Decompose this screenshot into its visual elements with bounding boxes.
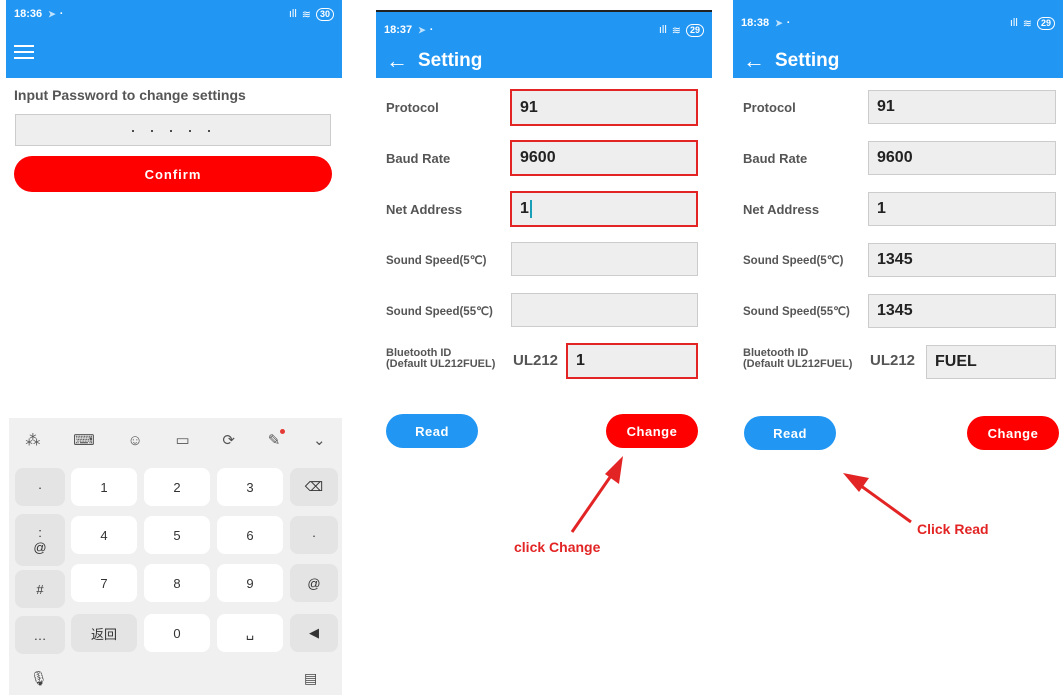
status-time: 18:36 xyxy=(14,8,43,20)
key-more[interactable]: … xyxy=(15,616,65,654)
key-8[interactable]: 8 xyxy=(144,564,210,602)
status-right: ıll ≋ 30 xyxy=(288,7,334,21)
click-read-annotation: Click Read xyxy=(917,521,989,537)
key-4[interactable]: 4 xyxy=(71,516,137,554)
location-icon: ➤ xyxy=(48,8,56,19)
status-dot: · xyxy=(59,8,64,20)
phone-setting-read: 18:38 ➤ · ıll ≋ 29 ← Setting Protocol 91… xyxy=(733,0,1063,695)
app-bar: 18:36 ➤ · ıll ≋ 30 xyxy=(6,0,342,78)
keyboard-icon[interactable]: ⌨ xyxy=(73,431,95,449)
key-1[interactable]: 1 xyxy=(71,468,137,506)
apps-icon[interactable]: ⁂ xyxy=(25,431,40,449)
battery-icon: 30 xyxy=(315,7,334,21)
password-input[interactable]: · · · · · xyxy=(15,114,331,146)
key-6[interactable]: 6 xyxy=(217,516,283,554)
key-2[interactable]: 2 xyxy=(144,468,210,506)
enter-key[interactable]: ◀ xyxy=(290,614,338,652)
microphone-icon[interactable]: 🎙 xyxy=(30,670,48,687)
key-3[interactable]: 3 xyxy=(217,468,283,506)
return-key[interactable]: 返回 xyxy=(71,614,137,652)
collapse-keyboard-icon[interactable]: ⌄ xyxy=(313,431,326,449)
phone-setting-change: 18:37 ➤ · ıll ≋ 29 ← Setting Protocol 91… xyxy=(376,0,712,695)
phone-password-screen: 18:36 ➤ · ıll ≋ 30 Input Password to cha… xyxy=(6,0,342,695)
wifi-icon: ≋ xyxy=(301,8,311,21)
key-hash[interactable]: # xyxy=(15,570,65,608)
signal-icon: ıll xyxy=(288,8,297,20)
key-5[interactable]: 5 xyxy=(144,516,210,554)
status-bar: 18:36 ➤ · ıll ≋ 30 xyxy=(6,0,342,28)
password-prompt: Input Password to change settings xyxy=(14,87,246,103)
soft-keyboard: ⁂ ⌨ ☺ ▭ ⟳ ✎ ⌄ · : @ # … 1 2 3 ⌫ 4 5 6 · … xyxy=(9,418,342,695)
key-9[interactable]: 9 xyxy=(217,564,283,602)
key-period[interactable]: · xyxy=(290,516,338,554)
key-dot[interactable]: · xyxy=(15,468,65,506)
key-at-sign[interactable]: @ xyxy=(290,564,338,602)
backspace-key[interactable]: ⌫ xyxy=(290,468,338,506)
clipboard-icon[interactable]: ▭ xyxy=(176,431,190,449)
confirm-button[interactable]: Confirm xyxy=(14,156,332,192)
key-7[interactable]: 7 xyxy=(71,564,137,602)
key-symbols-column[interactable]: : @ xyxy=(15,514,65,566)
keyboard-toolbar: ⁂ ⌨ ☺ ▭ ⟳ ✎ ⌄ xyxy=(9,418,342,462)
hamburger-icon[interactable] xyxy=(14,45,34,59)
wrench-icon[interactable]: ✎ xyxy=(268,429,285,449)
key-colon[interactable]: : xyxy=(38,525,42,540)
click-change-annotation: click Change xyxy=(514,539,601,555)
annotation-arrow xyxy=(570,456,623,533)
annotation-arrow xyxy=(843,473,912,524)
key-at[interactable]: @ xyxy=(33,540,46,555)
clipboard-panel-icon[interactable]: ▤ xyxy=(304,670,317,687)
key-0[interactable]: 0 xyxy=(144,614,210,652)
translate-icon[interactable]: ⟳ xyxy=(222,431,235,449)
space-key[interactable]: ␣ xyxy=(217,614,283,652)
emoji-icon[interactable]: ☺ xyxy=(127,432,142,449)
